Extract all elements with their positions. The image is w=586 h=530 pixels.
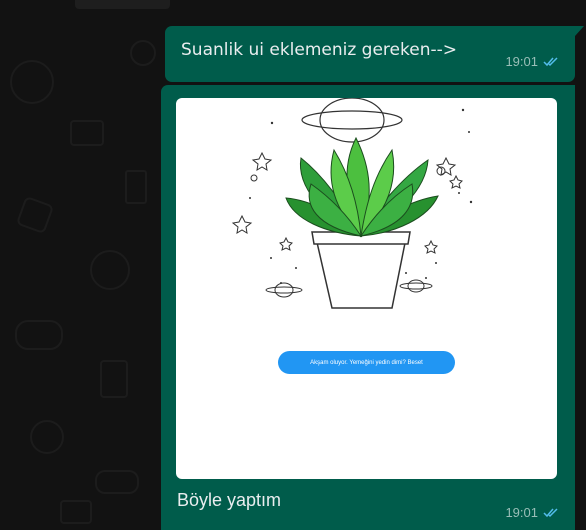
message-time: 19:01: [505, 505, 538, 520]
notification-toast: Akşam oluyor. Yemeğini yedin dimi? Beset: [278, 351, 455, 374]
message-text: Suanlik ui eklemeniz gereken-->: [181, 40, 457, 60]
previous-message-edge: [75, 0, 170, 9]
message-caption: Böyle yaptım: [177, 490, 282, 510]
bubble-tail: [575, 26, 584, 36]
outgoing-message[interactable]: Suanlik ui eklemeniz gereken--> 19:01: [165, 26, 575, 82]
attached-image[interactable]: Akşam oluyor. Yemeğini yedin dimi? Beset: [176, 98, 557, 479]
message-meta: 19:01: [505, 54, 559, 69]
message-time: 19:01: [505, 54, 538, 69]
message-meta: 19:01: [505, 505, 559, 520]
double-check-icon: [543, 507, 559, 518]
outgoing-image-message[interactable]: Akşam oluyor. Yemeğini yedin dimi? Beset…: [161, 85, 575, 530]
double-check-icon: [543, 56, 559, 67]
plant-illustration-icon: [231, 98, 473, 309]
